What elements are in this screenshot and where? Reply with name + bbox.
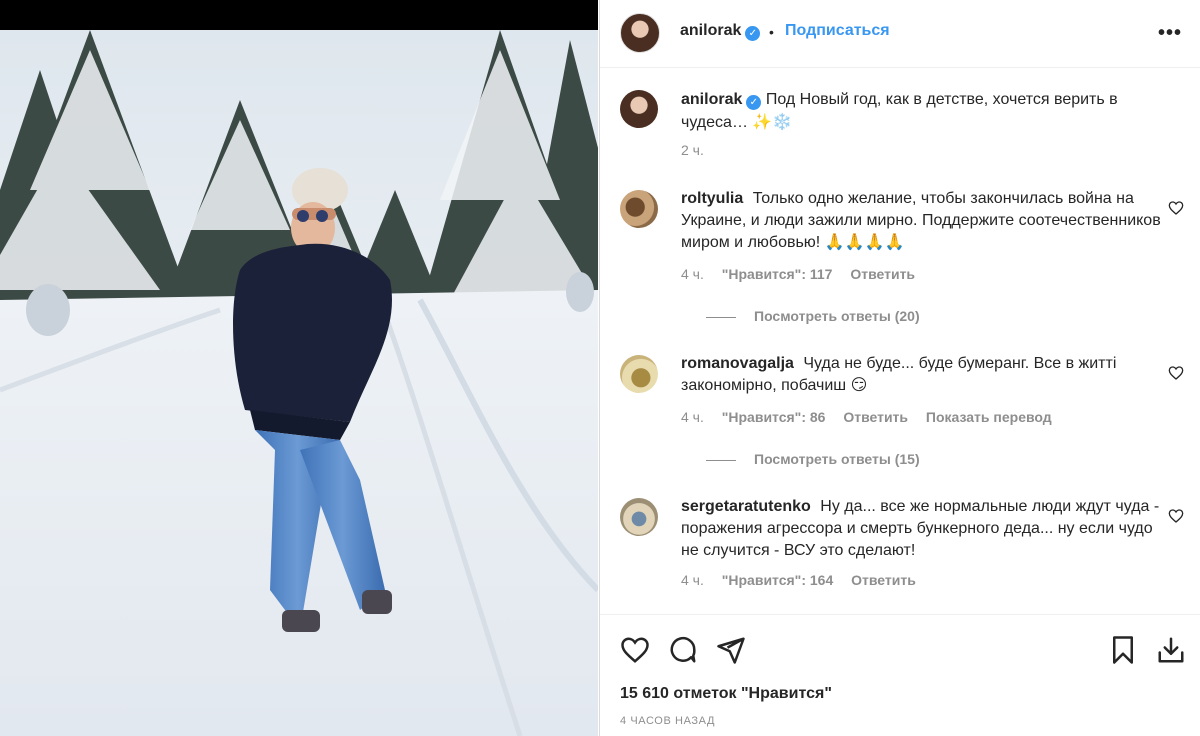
comment-text: romanovagalja Чуда не буде... буде бумер… [681, 353, 1161, 397]
author-username[interactable]: anilorak ✓ [680, 22, 761, 41]
post-actions: 15 610 отметок "Нравится" 4 ЧАСОВ НАЗАД [600, 614, 1200, 736]
snowy-forest-photo [0, 30, 598, 736]
header-separator: • [769, 24, 774, 40]
comment-time[interactable]: 4 ч. [681, 572, 704, 588]
comment-like-heart-icon[interactable] [1168, 365, 1184, 381]
comment-likes-count[interactable]: "Нравится": 117 [722, 266, 833, 282]
more-options-icon[interactable]: ••• [1158, 22, 1182, 45]
commenter-username[interactable]: sergetaratutenko [681, 498, 811, 515]
comment-icon[interactable] [668, 635, 698, 665]
post-header: anilorak ✓ • Подписаться ••• [600, 0, 1200, 68]
comment-time[interactable]: 4 ч. [681, 409, 704, 425]
heart-icon[interactable] [620, 635, 650, 665]
reply-button[interactable]: Ответить [851, 572, 916, 588]
comment-likes-count[interactable]: "Нравится": 164 [722, 572, 833, 588]
commenter-avatar[interactable] [620, 355, 658, 393]
comment-text: roltyulia Только одно желание, чтобы зак… [681, 188, 1161, 254]
verified-badge-icon: ✓ [746, 95, 762, 110]
caption-body: Под Новый год, как в детстве, хочется ве… [681, 91, 1118, 131]
comment-like-heart-icon[interactable] [1168, 200, 1184, 216]
view-replies-button[interactable]: Посмотреть ответы (20) [706, 308, 920, 324]
reply-button[interactable]: Ответить [843, 409, 908, 425]
comment-meta: 4 ч. "Нравится": 86 Ответить Показать пе… [681, 409, 1066, 425]
translate-button[interactable]: Показать перевод [926, 409, 1052, 425]
comment-meta: 4 ч. "Нравится": 117 Ответить [681, 266, 929, 282]
commenter-avatar[interactable] [620, 190, 658, 228]
reply-button[interactable]: Ответить [850, 266, 915, 282]
comment-body: Только одно желание, чтобы закончилась в… [681, 190, 1161, 251]
comment-time[interactable]: 4 ч. [681, 266, 704, 282]
commenter-avatar[interactable] [620, 498, 658, 536]
download-icon[interactable] [1156, 635, 1186, 665]
comment-like-heart-icon[interactable] [1168, 508, 1184, 524]
author-avatar[interactable] [620, 13, 660, 53]
comment-likes-count[interactable]: "Нравится": 86 [722, 409, 826, 425]
share-icon[interactable] [716, 635, 746, 665]
likes-count[interactable]: 15 610 отметок "Нравится" [620, 685, 832, 703]
post-timestamp[interactable]: 4 ЧАСОВ НАЗАД [620, 715, 715, 727]
commenter-username[interactable]: romanovagalja [681, 355, 794, 372]
post-sidebar: anilorak ✓ • Подписаться ••• anilorak ✓ По… [599, 0, 1200, 736]
caption-timestamp[interactable]: 2 ч. [681, 142, 704, 158]
verified-badge-icon: ✓ [745, 26, 761, 41]
post-media [0, 0, 598, 736]
caption-author-username[interactable]: anilorak [681, 91, 742, 108]
caption-text: anilorak ✓ Под Новый год, как в детстве, … [681, 88, 1171, 134]
author-username-text[interactable]: anilorak [680, 22, 741, 39]
follow-button[interactable]: Подписаться [785, 22, 890, 40]
view-replies-button[interactable]: Посмотреть ответы (15) [706, 451, 920, 467]
post-photo[interactable] [0, 30, 598, 736]
bookmark-icon[interactable] [1108, 635, 1138, 665]
commenter-username[interactable]: roltyulia [681, 190, 743, 207]
comment-text: sergetaratutenko Ну да... все же нормаль… [681, 496, 1161, 562]
caption-author-avatar[interactable] [620, 90, 658, 128]
comment-meta: 4 ч. "Нравится": 164 Ответить [681, 572, 930, 588]
